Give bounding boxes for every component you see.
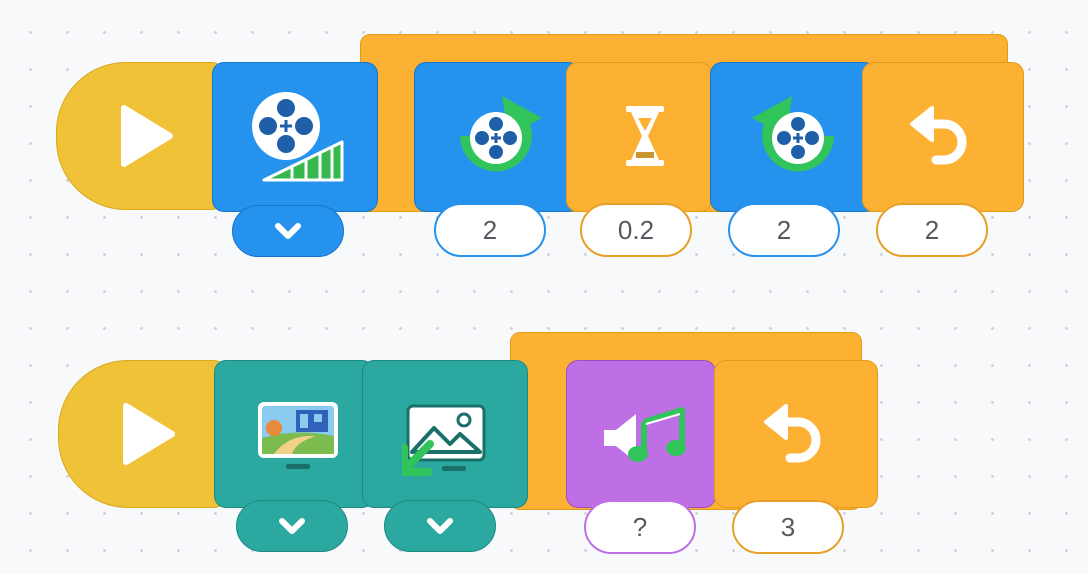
loop-return-icon (760, 402, 824, 468)
chevron-down-icon (279, 518, 305, 534)
image-dropdown[interactable] (384, 500, 496, 552)
backdrop-scene-icon (256, 400, 340, 472)
backdrop-dropdown[interactable] (236, 500, 348, 552)
sound-selector-input[interactable]: ? (584, 500, 696, 554)
image-switch-icon (402, 404, 488, 476)
script-2: ? 3 (0, 0, 1088, 581)
repeat-count-input[interactable]: 3 (732, 500, 844, 554)
chevron-down-icon (427, 518, 453, 534)
play-sound-icon (600, 400, 696, 468)
play-icon (120, 402, 176, 466)
